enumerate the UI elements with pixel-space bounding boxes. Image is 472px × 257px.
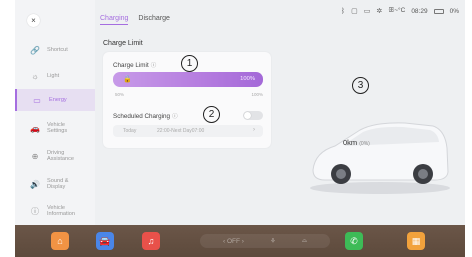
- steering-wheel-icon: ⊕: [31, 151, 39, 161]
- home-icon: ⌂: [57, 236, 63, 246]
- climate-readout: ꕥ~°C: [388, 7, 406, 14]
- schedule-row[interactable]: Today 22:00-Next Day07:00 ›: [113, 125, 263, 137]
- close-icon: ×: [31, 16, 36, 25]
- climate-control[interactable]: ‹ OFF › ⚘ ⌓: [200, 234, 330, 248]
- toggle-knob: [244, 112, 251, 119]
- sidebar-item-label: Light: [47, 72, 60, 79]
- charge-limit-label: Charge Limit ⓘ: [113, 61, 156, 69]
- car-button[interactable]: 🚘: [96, 232, 114, 250]
- callout-1: 1: [181, 55, 198, 72]
- sidebar-item-energy[interactable]: ▭ Energy: [15, 89, 95, 111]
- sidebar-item-light[interactable]: ☼ Light: [15, 68, 95, 84]
- range-readout: 0km (0%): [343, 138, 370, 147]
- grid-icon: ▦: [411, 235, 421, 246]
- scheduled-charging-text: Scheduled Charging: [113, 113, 171, 120]
- screen-icon: ▭: [363, 7, 371, 15]
- chevron-right-icon: ›: [253, 127, 255, 133]
- sidebar-item-label: Energy: [49, 96, 67, 103]
- schedule-time: 22:00-Next Day07:00: [157, 128, 205, 134]
- link-icon: 🔗: [30, 45, 40, 55]
- callout-2: 2: [203, 106, 220, 123]
- car-icon: 🚗: [30, 123, 40, 133]
- car-icon: 🚘: [99, 235, 111, 246]
- app-frame: ᛒ ▢ ▭ ✲ ꕥ~°C 08:29 0% × 🔗 Shortcut ☼ Lig…: [0, 0, 472, 257]
- fan-icon[interactable]: ⚘: [270, 237, 276, 245]
- sidebar-item-vehicle-settings[interactable]: 🚗 Vehicle Settings: [15, 118, 95, 138]
- temperature-toggle[interactable]: ‹ OFF ›: [223, 238, 244, 245]
- slider-min-label: 50%: [115, 92, 125, 97]
- info-icon[interactable]: ⓘ: [151, 61, 157, 69]
- close-button[interactable]: ×: [27, 14, 40, 27]
- sidebar-item-shortcut[interactable]: 🔗 Shortcut: [15, 42, 95, 58]
- battery-percent: 0%: [449, 7, 459, 15]
- home-button[interactable]: ⌂: [51, 232, 69, 250]
- apps-grid-button[interactable]: ▦: [407, 232, 425, 250]
- sidebar-item-label: Vehicle Information: [47, 204, 75, 218]
- fan-icon: ✲: [376, 7, 383, 15]
- battery-icon: ▭: [33, 95, 41, 105]
- status-bar: ᛒ ▢ ▭ ✲ ꕥ~°C 08:29 0%: [341, 6, 459, 16]
- phone-button[interactable]: ✆: [345, 232, 363, 250]
- sidebar-item-label: Driving Assistance: [47, 149, 75, 163]
- bluetooth-icon: ᛒ: [340, 7, 346, 15]
- info-icon[interactable]: ⓘ: [172, 112, 178, 120]
- section-title: Charge Limit: [103, 40, 143, 47]
- sun-icon: ☼: [31, 71, 39, 81]
- energy-tabs: Charging Discharge: [100, 15, 170, 25]
- charge-limit-text: Charge Limit: [113, 62, 149, 69]
- lock-icon: 🔒: [123, 76, 132, 83]
- sidebar-item-label: Shortcut: [47, 46, 68, 53]
- tab-charging[interactable]: Charging: [100, 15, 129, 25]
- schedule-day: Today: [123, 128, 137, 134]
- bottom-dock: ⌂ 🚘 ♫ ‹ OFF › ⚘ ⌓ ✆ ▦: [15, 225, 465, 257]
- sidebar-item-vehicle-information[interactable]: ⓘ Vehicle Information: [15, 201, 95, 221]
- charge-limit-value: 100%: [240, 76, 255, 82]
- square-icon: ▢: [351, 7, 358, 15]
- slider-max-label: 100%: [251, 92, 263, 97]
- scheduled-charging-toggle[interactable]: [243, 111, 263, 120]
- settings-screen: ᛒ ▢ ▭ ✲ ꕥ~°C 08:29 0% × 🔗 Shortcut ☼ Lig…: [15, 0, 465, 230]
- info-icon: ⓘ: [31, 206, 39, 216]
- sidebar-item-driving-assistance[interactable]: ⊕ Driving Assistance: [15, 146, 95, 166]
- charge-limit-slider[interactable]: 🔒 100%: [113, 72, 263, 87]
- battery-icon: [433, 8, 444, 14]
- music-icon: ♫: [147, 236, 155, 246]
- range-km: 0km: [343, 138, 358, 147]
- callout-3: 3: [352, 77, 369, 94]
- sidebar-item-label: Vehicle Settings: [47, 121, 68, 135]
- scheduled-charging-label: Scheduled Charging ⓘ: [113, 112, 178, 120]
- charge-card: Charge Limit ⓘ 1 🔒 100% 50% 100% Schedule…: [103, 52, 271, 148]
- vehicle-illustration: [305, 100, 455, 200]
- range-percent: (0%): [359, 141, 370, 147]
- sidebar: × 🔗 Shortcut ☼ Light ▭ Energy 🚗 Vehicle …: [15, 0, 95, 230]
- music-button[interactable]: ♫: [142, 232, 160, 250]
- tab-discharge[interactable]: Discharge: [138, 15, 170, 25]
- phone-icon: ✆: [350, 235, 358, 246]
- seat-heat-icon[interactable]: ⌓: [302, 237, 307, 245]
- sidebar-item-sound-display[interactable]: 🔊 Sound & Display: [15, 174, 95, 194]
- sidebar-item-label: Sound & Display: [47, 177, 69, 191]
- speaker-icon: 🔊: [30, 179, 40, 189]
- clock: 08:29: [411, 7, 428, 15]
- car-icon: [310, 122, 450, 194]
